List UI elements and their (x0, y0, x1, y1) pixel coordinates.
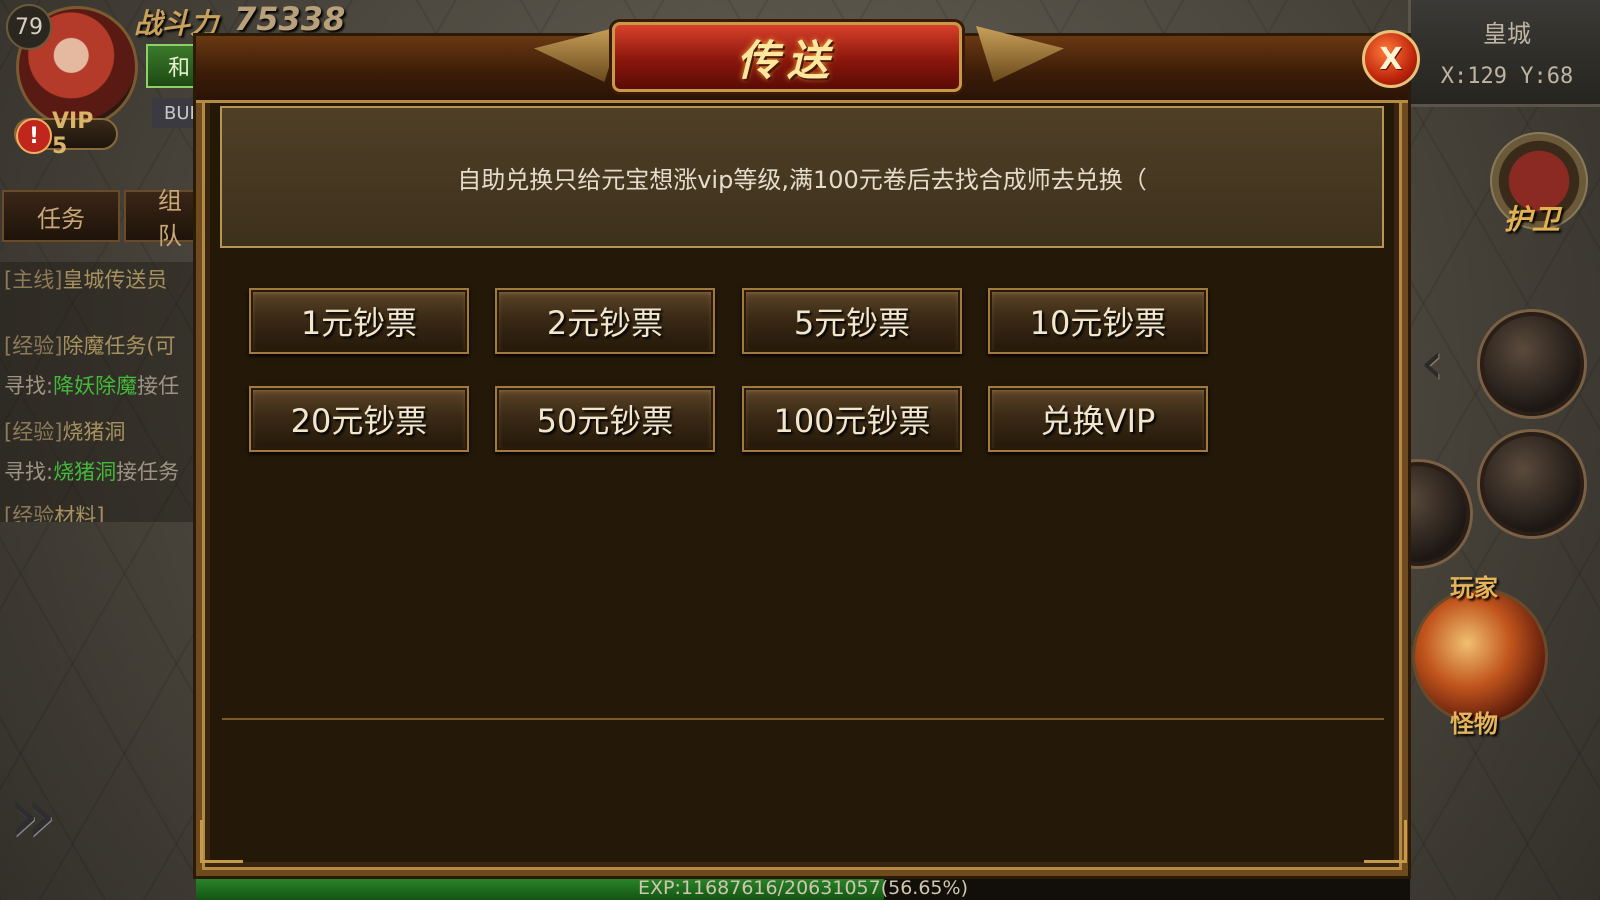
quest-list: [主线]皇城传送员 [经验]除魔任务(可 寻找:降妖除魔接任 [经验]烧猪洞 寻… (0, 262, 196, 522)
corner-ornament-icon (200, 820, 243, 863)
tab-team[interactable]: 组队 (124, 187, 198, 250)
quest-item[interactable]: [经验材料] (4, 500, 104, 522)
quest-find-line[interactable]: 寻找:烧猪洞接任务 (4, 456, 179, 486)
collapse-skills-arrow-icon[interactable]: ‹ (1420, 328, 1444, 398)
quest-find-line[interactable]: 寻找:降妖除魔接任 (4, 370, 179, 400)
quest-item[interactable]: [经验]除魔任务(可 (4, 330, 176, 360)
notice-text: 自助兑换只给元宝想涨vip等级,满100元卷后去找合成师去兑换（ (457, 165, 1147, 194)
corner-ornament-icon (1364, 820, 1407, 863)
target-player-label[interactable]: 玩家 (1450, 568, 1498, 603)
exchange-vip-button[interactable]: 兑换VIP (988, 386, 1208, 452)
notice-panel: 自助兑换只给元宝想涨vip等级,满100元卷后去找合成师去兑换（ (220, 106, 1384, 248)
map-name: 皇城 (1483, 20, 1531, 48)
guard-label: 护卫 (1504, 203, 1561, 236)
quest-item[interactable]: [主线]皇城传送员 (4, 264, 167, 294)
exchange-1-yuan-button[interactable]: 1元钞票 (249, 288, 469, 354)
dialog-title: 传送 (736, 35, 837, 85)
exp-text: EXP:11687616/20631057(56.65%) (638, 877, 968, 899)
tab-tasks[interactable]: 任务 (2, 190, 120, 242)
exp-bar: EXP:11687616/20631057(56.65%) (196, 876, 1410, 900)
alert-icon[interactable]: ! (16, 118, 52, 154)
skill-slot-2[interactable] (1480, 432, 1584, 536)
expand-panel-arrow-icon[interactable]: » (8, 770, 68, 860)
level-badge: 79 (6, 4, 52, 50)
combat-power-value: 75338 (234, 0, 346, 38)
exchange-5-yuan-button[interactable]: 5元钞票 (742, 288, 962, 354)
quest-item[interactable]: [经验]烧猪洞 (4, 416, 125, 446)
dialog-title-plaque: 传送 (612, 22, 962, 92)
map-coordinates: X:129 Y:68 (1440, 64, 1574, 89)
close-button[interactable]: X (1362, 30, 1420, 88)
skill-slot-1[interactable] (1480, 312, 1584, 416)
exchange-50-yuan-button[interactable]: 50元钞票 (495, 386, 715, 452)
exchange-20-yuan-button[interactable]: 20元钞票 (249, 386, 469, 452)
exchange-100-yuan-button[interactable]: 100元钞票 (742, 386, 962, 452)
dialog-divider (222, 718, 1384, 720)
target-monster-label[interactable]: 怪物 (1450, 704, 1498, 739)
minimap[interactable]: 皇城 X:129 Y:68 (1408, 0, 1600, 107)
exchange-2-yuan-button[interactable]: 2元钞票 (495, 288, 715, 354)
exchange-10-yuan-button[interactable]: 10元钞票 (988, 288, 1208, 354)
